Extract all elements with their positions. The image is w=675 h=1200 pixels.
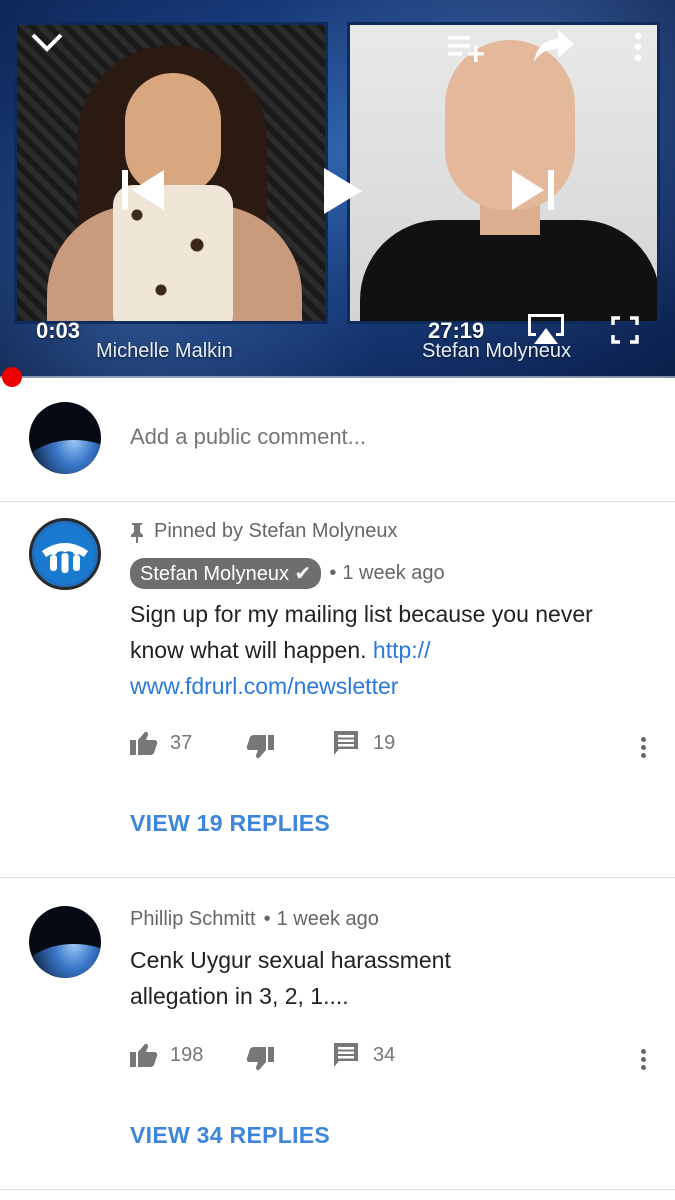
- current-time: 0:03: [36, 318, 81, 343]
- fullscreen-icon[interactable]: [611, 316, 639, 349]
- video-player[interactable]: 0:03 27:19 Michelle Malkin Stefan Molyne…: [0, 0, 675, 378]
- comment-compose: [0, 380, 675, 502]
- comment-item: Phillip Schmitt • 1 week ago Cenk Uygur …: [0, 878, 675, 1190]
- like-button[interactable]: 37: [130, 730, 192, 756]
- link-part: www.fdrurl.com/newsletter: [130, 673, 399, 699]
- link-part: http://: [372, 637, 431, 663]
- comment-icon: [334, 1043, 358, 1067]
- author-chip[interactable]: Stefan Molyneux ✔: [130, 558, 322, 589]
- video-panel-left: [14, 22, 328, 324]
- like-button[interactable]: 198: [130, 1042, 203, 1068]
- earth-image: [29, 944, 101, 978]
- author-name: Stefan Molyneux: [140, 563, 289, 585]
- comment-line: allegation in 3, 2, 1....: [130, 983, 349, 1009]
- comment-actions: 198 34: [130, 1042, 650, 1072]
- next-icon[interactable]: [510, 168, 556, 217]
- like-count: 198: [170, 1043, 204, 1066]
- previous-icon[interactable]: [120, 168, 166, 217]
- comment-icon: [334, 731, 358, 755]
- comment-time: 1 week ago: [276, 908, 379, 930]
- reply-button[interactable]: 34: [333, 1042, 395, 1068]
- dislike-button[interactable]: [246, 734, 274, 760]
- more-vert-icon[interactable]: [641, 734, 647, 761]
- author-name[interactable]: Phillip Schmitt: [130, 908, 256, 931]
- comment-input[interactable]: [130, 424, 630, 450]
- comment-time: 1 week ago: [342, 562, 445, 584]
- dislike-button[interactable]: [246, 1046, 274, 1072]
- reply-button[interactable]: 19: [333, 730, 395, 756]
- earth-image: [29, 440, 101, 474]
- comment-text: Sign up for my mailing list because you …: [130, 596, 650, 704]
- verified-check-icon: ✔: [294, 563, 312, 585]
- comment-header: Phillip Schmitt • 1 week ago: [130, 908, 379, 931]
- comment-item: Pinned by Stefan Molyneux Stefan Molyneu…: [0, 502, 675, 878]
- play-icon[interactable]: [322, 166, 364, 221]
- add-to-playlist-icon[interactable]: [446, 32, 486, 67]
- seek-bar[interactable]: [0, 376, 675, 379]
- avatar[interactable]: [29, 402, 101, 474]
- thumbs-down-icon: [246, 735, 274, 759]
- comment-line: Cenk Uygur sexual harassment: [130, 947, 451, 973]
- thumbs-up-icon: [130, 731, 158, 755]
- like-count: 37: [170, 731, 193, 754]
- view-replies-button[interactable]: VIEW 19 REPLIES: [130, 810, 330, 837]
- caption-left-name: Michelle Malkin: [96, 340, 233, 362]
- avatar[interactable]: [29, 518, 101, 590]
- chevron-down-icon[interactable]: [30, 30, 64, 59]
- thumbs-down-icon: [246, 1047, 274, 1071]
- more-vert-icon[interactable]: [634, 32, 642, 67]
- channel-logo-icon: [35, 524, 95, 584]
- comment-text: Cenk Uygur sexual harassment allegation …: [130, 942, 650, 1014]
- video-panel-right: [347, 22, 660, 324]
- share-icon[interactable]: [532, 28, 576, 69]
- comment-body: Sign up for my mailing list because you …: [130, 601, 593, 663]
- view-replies-button[interactable]: VIEW 34 REPLIES: [130, 1122, 330, 1149]
- pinned-label: Pinned by Stefan Molyneux: [154, 520, 398, 542]
- reply-count: 34: [373, 1043, 396, 1066]
- reply-count: 19: [373, 731, 396, 754]
- thumbs-up-icon: [130, 1043, 158, 1067]
- comment-header: Stefan Molyneux ✔ • 1 week ago: [130, 558, 445, 589]
- avatar[interactable]: [29, 906, 101, 978]
- pinned-indicator: Pinned by Stefan Molyneux: [130, 520, 398, 543]
- comment-actions: 37 19: [130, 730, 650, 760]
- airplay-icon[interactable]: [526, 312, 566, 351]
- pin-icon: [131, 522, 143, 543]
- person-body: [360, 220, 657, 321]
- more-vert-icon[interactable]: [641, 1046, 647, 1073]
